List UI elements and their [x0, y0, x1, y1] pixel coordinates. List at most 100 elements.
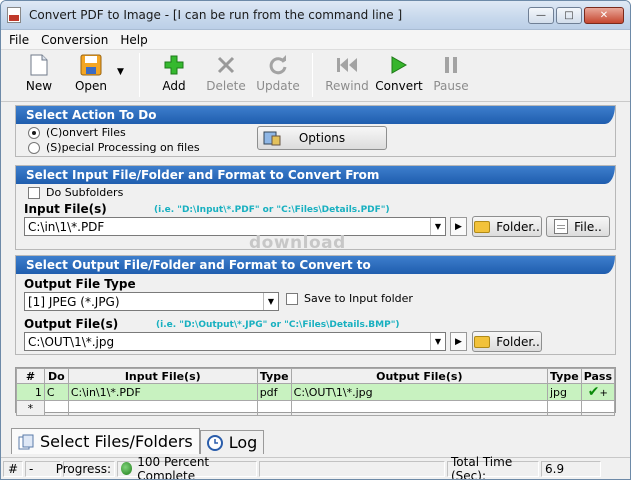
pause-icon [438, 53, 464, 77]
bottom-tabs: Select Files/Folders Log [11, 428, 265, 454]
maximize-button[interactable]: □ [556, 7, 582, 24]
grid-header-do[interactable]: Do [43, 368, 69, 384]
save-to-input-option[interactable]: Save to Input folder [286, 292, 413, 305]
progress-cell: 100 Percent Complete [117, 455, 257, 479]
menu-help[interactable]: Help [114, 33, 153, 47]
refresh-icon [265, 53, 291, 77]
output-type-combo[interactable]: [1] JPEG (*.JPG) ▼ [24, 292, 279, 311]
plus-icon [161, 53, 187, 77]
tab-select-files-folders[interactable]: Select Files/Folders [11, 428, 200, 454]
options-button[interactable]: Options [257, 126, 387, 150]
do-subfolders-label: Do Subfolders [46, 186, 124, 199]
input-browse-arrow[interactable]: ▶ [450, 217, 467, 236]
status-empty [259, 460, 445, 477]
convert-button[interactable]: Convert [373, 53, 425, 93]
open-button[interactable]: Open [65, 53, 117, 93]
window-title: Convert PDF to Image - [I can be run fro… [29, 8, 403, 22]
grid-header-input[interactable]: Input File(s) [67, 368, 258, 384]
minimize-button[interactable]: — [528, 7, 554, 24]
output-files-combo[interactable]: C:\OUT\1\*.jpg ▼ [24, 332, 446, 351]
save-to-input-checkbox[interactable] [286, 292, 298, 305]
progress-globe-icon [121, 462, 133, 475]
delete-x-icon [213, 53, 239, 77]
menu-file[interactable]: File [1, 33, 35, 47]
row-output[interactable]: C:\OUT\1\*.jpg [290, 383, 548, 401]
total-time-value: 6.9 [541, 460, 601, 477]
tab-log[interactable]: Log [199, 430, 265, 454]
special-processing-option[interactable]: (S)pecial Processing on files [28, 141, 200, 154]
title-bar: Convert PDF to Image - [I can be run fro… [1, 1, 630, 30]
output-files-value: C:\OUT\1\*.jpg [28, 334, 115, 349]
do-subfolders-checkbox[interactable] [28, 186, 40, 199]
action-panel: Select Action To Do (C)onvert Files (S)p… [15, 105, 616, 157]
play-icon [386, 53, 412, 77]
add-button[interactable]: Add [148, 53, 200, 93]
input-file-button[interactable]: File.. [546, 216, 610, 237]
input-panel-header: Select Input File/Folder and Format to C… [16, 166, 615, 184]
open-dropdown-icon[interactable]: ▼ [117, 67, 131, 77]
input-files-hint: (i.e. "D:\Input\*.PDF" or "C:\Files\Deta… [154, 205, 390, 215]
toolbar-separator [312, 53, 313, 97]
new-button[interactable]: New [13, 53, 65, 93]
documents-icon [18, 434, 34, 449]
close-button[interactable]: ✕ [584, 7, 624, 24]
folder-icon [474, 335, 491, 348]
save-to-input-label: Save to Input folder [304, 292, 413, 305]
progress-label: Progress: [56, 460, 115, 477]
convert-files-label: (C)onvert Files [46, 126, 126, 139]
progress-text: 100 Percent Complete [137, 454, 210, 480]
file-grid[interactable]: # Do Input File(s) Type Output File(s) T… [15, 367, 616, 416]
chevron-down-icon[interactable]: ▼ [430, 333, 445, 350]
output-panel: Select Output File/Folder and Format to … [15, 255, 616, 355]
row-do[interactable]: C [43, 383, 69, 401]
output-type-label: Output File Type [24, 277, 136, 291]
pause-button[interactable]: Pause [425, 53, 477, 93]
row-input[interactable]: C:\in\1\*.PDF [67, 383, 258, 401]
chevron-down-icon[interactable]: ▼ [263, 293, 278, 310]
delete-button[interactable]: Delete [200, 53, 252, 93]
row-number: 1 [16, 383, 45, 401]
checkmark-icon: ✔ [587, 384, 600, 400]
output-panel-header: Select Output File/Folder and Format to … [16, 256, 615, 274]
toolbar: New Open ▼ Add Delete Update Rewind Conv… [1, 50, 630, 102]
download-watermark: download [249, 233, 346, 253]
do-subfolders-option[interactable]: Do Subfolders [28, 186, 123, 199]
output-files-hint: (i.e. "D:\Output\*.JPG" or "C:\Files\Det… [156, 320, 400, 330]
input-files-label: Input File(s) [24, 202, 107, 216]
floppy-disk-icon [78, 53, 104, 77]
status-hash: # [3, 460, 23, 477]
action-panel-header: Select Action To Do [16, 106, 615, 124]
update-button[interactable]: Update [252, 53, 304, 93]
grid-header-output[interactable]: Output File(s) [290, 368, 548, 384]
rewind-icon [334, 53, 360, 77]
input-folder-button[interactable]: Folder.. [472, 216, 542, 237]
toolbar-separator [139, 53, 140, 97]
table-row[interactable]: 1 C C:\in\1\*.PDF pdf C:\OUT\1\*.jpg jpg… [16, 383, 616, 401]
grid-header-output-type[interactable]: Type [546, 368, 582, 384]
main-window: Convert PDF to Image - [I can be run fro… [0, 0, 631, 480]
new-row[interactable]: * [16, 400, 616, 416]
grid-header-num[interactable]: # [16, 368, 45, 384]
input-files-combo[interactable]: C:\in\1\*.PDF ▼ [24, 217, 446, 236]
row-type[interactable]: pdf [256, 383, 292, 401]
special-processing-radio[interactable] [28, 141, 40, 154]
total-time-label: Total Time (Sec): [447, 455, 539, 479]
row-pass: ✔+ [580, 383, 616, 401]
row-output-type[interactable]: jpg [546, 383, 582, 401]
rewind-button[interactable]: Rewind [321, 53, 373, 93]
menu-conversion[interactable]: Conversion [35, 33, 114, 47]
file-icon [554, 219, 569, 234]
convert-files-radio[interactable] [28, 126, 40, 139]
clock-icon [206, 434, 223, 451]
output-folder-button[interactable]: Folder.. [472, 331, 542, 352]
menu-bar: File Conversion Help [1, 30, 630, 50]
grid-header-type[interactable]: Type [256, 368, 292, 384]
output-type-value: [1] JPEG (*.JPG) [28, 294, 120, 309]
chevron-down-icon[interactable]: ▼ [430, 218, 445, 235]
special-processing-label: (S)pecial Processing on files [46, 141, 200, 154]
new-row-marker: * [16, 400, 45, 416]
convert-files-option[interactable]: (C)onvert Files [28, 126, 126, 139]
status-bar: # - Progress: 100 Percent Complete Total… [1, 455, 630, 479]
grid-header-pass[interactable]: Pass [580, 368, 616, 384]
output-browse-arrow[interactable]: ▶ [450, 332, 467, 351]
